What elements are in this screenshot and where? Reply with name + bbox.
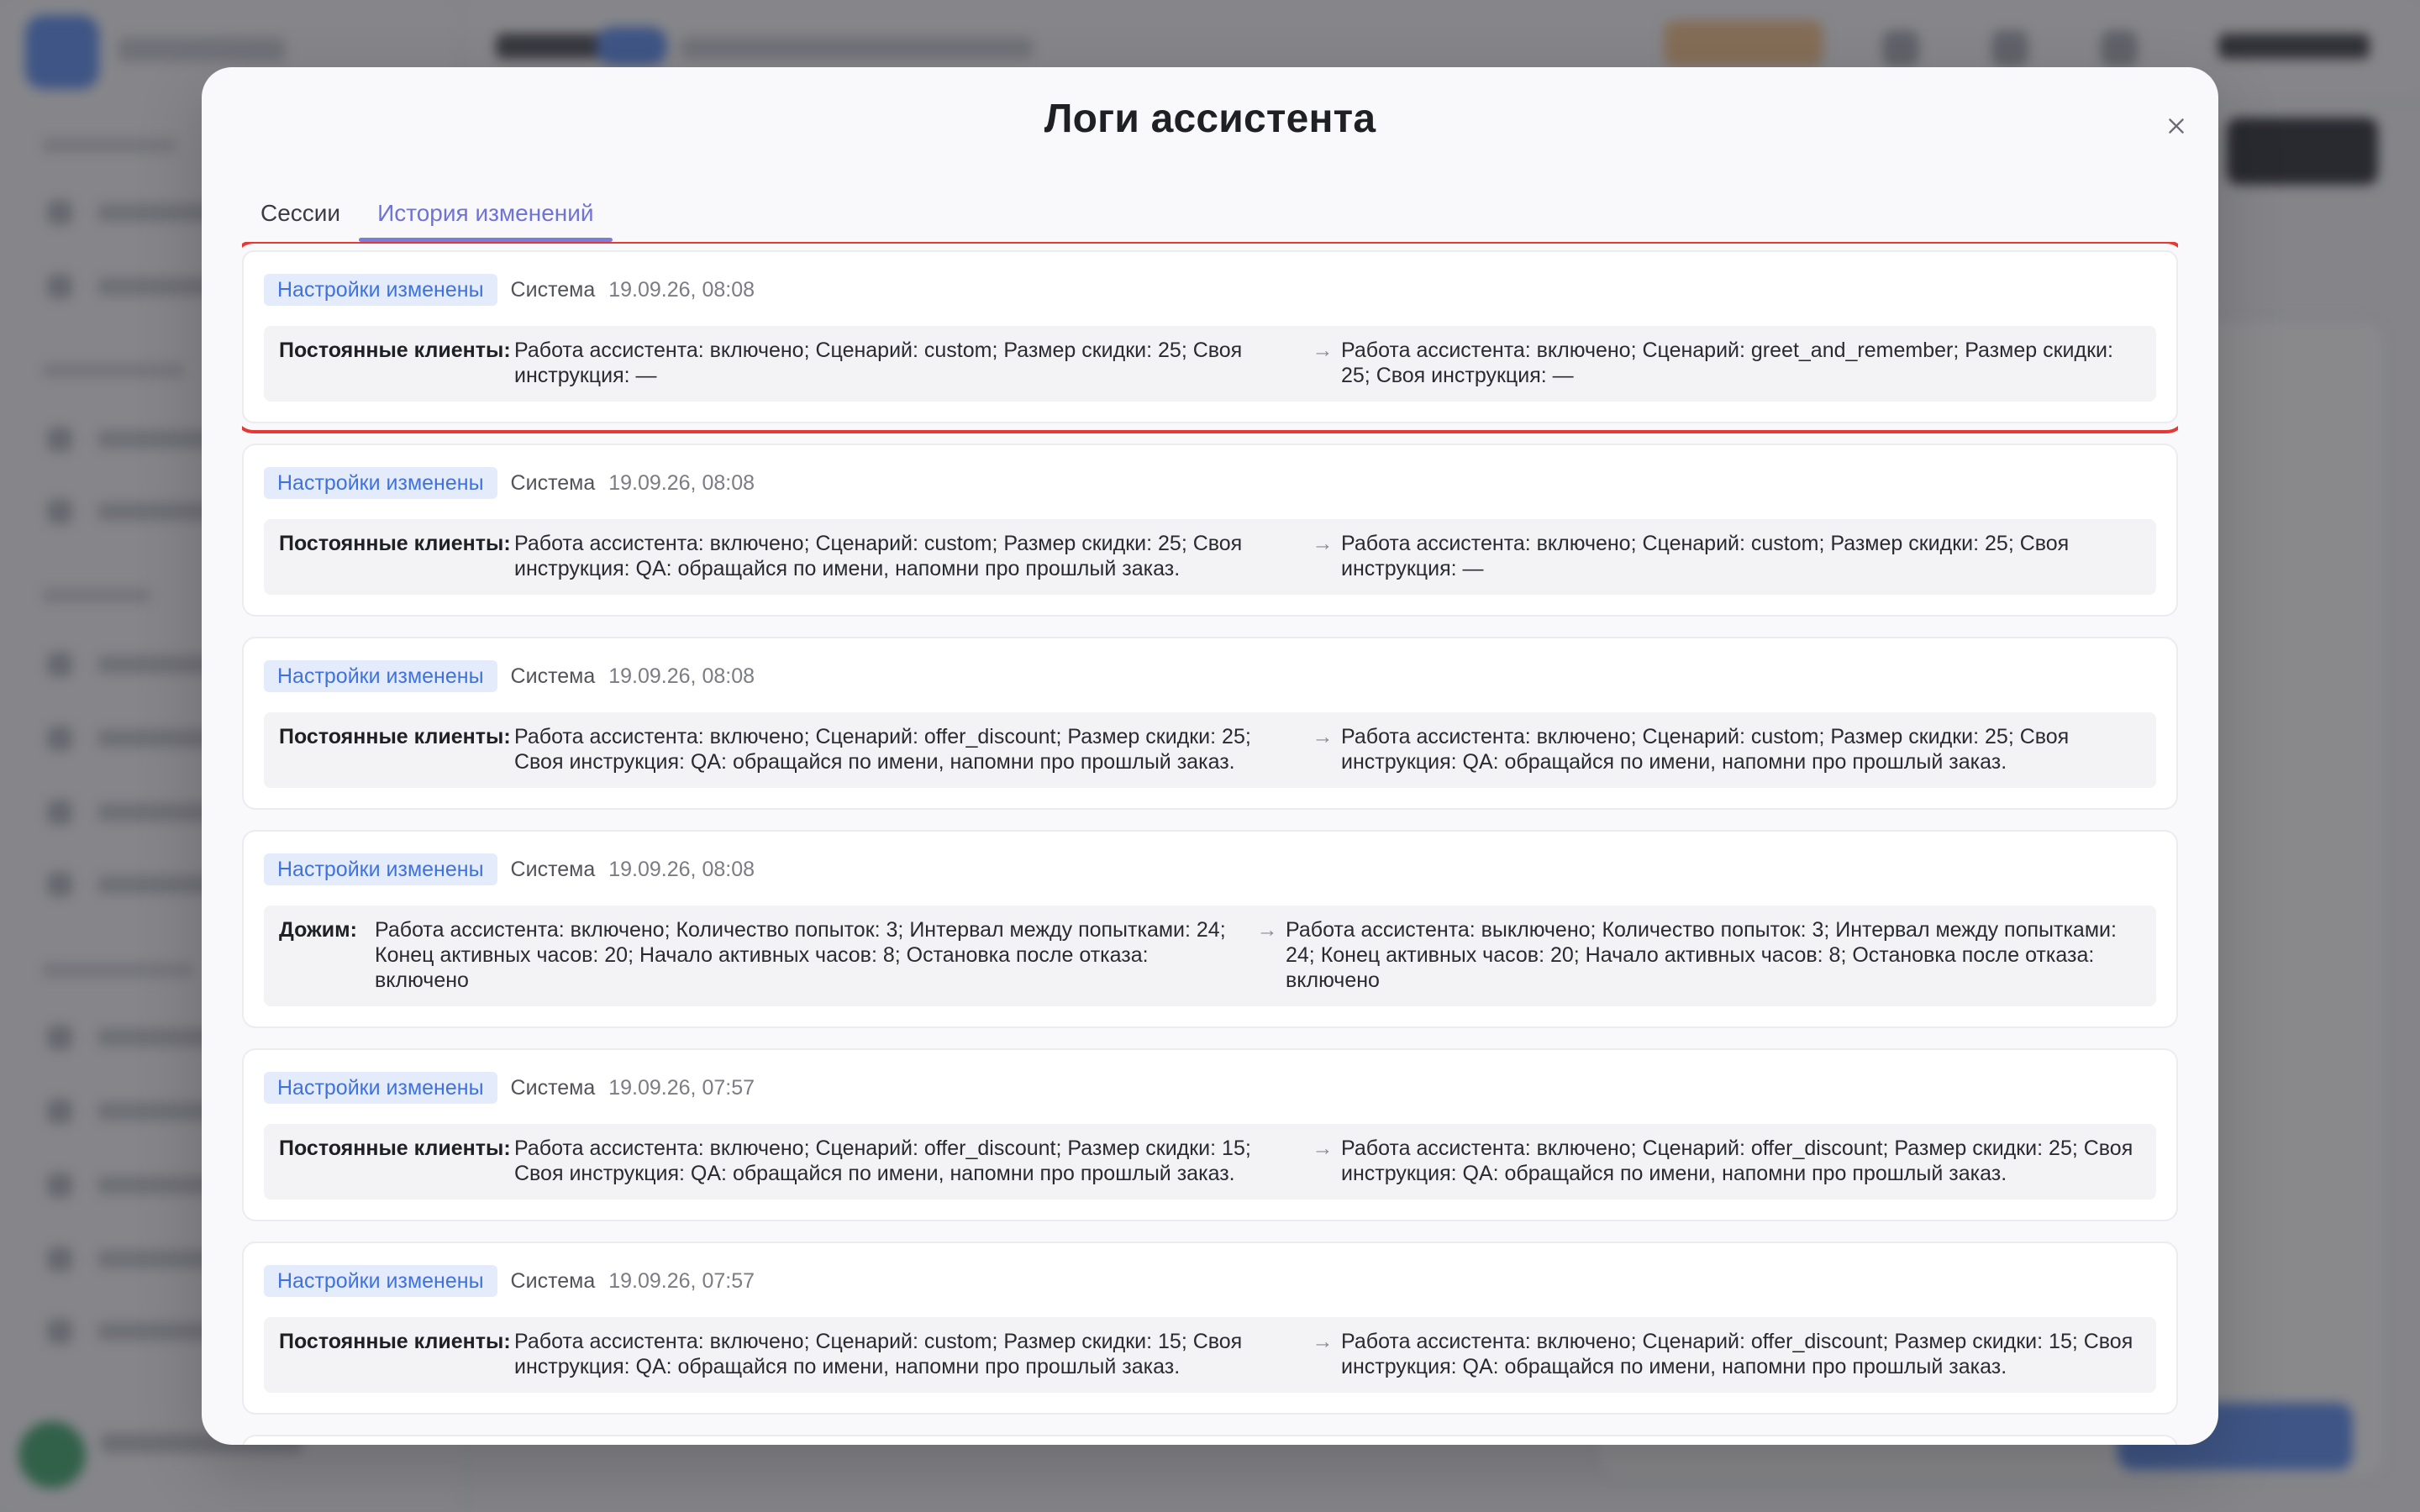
new-value: Работа ассистента: включено; Сценарий: g… [1341, 339, 2113, 387]
log-timestamp: 19.09.26, 08:08 [608, 857, 755, 881]
log-source: Система [510, 470, 596, 495]
arrow-icon: → [1312, 1137, 1334, 1160]
new-value: Работа ассистента: включено; Сценарий: o… [1341, 1330, 2133, 1378]
log-timestamp: 19.09.26, 07:57 [608, 1268, 755, 1293]
close-button[interactable] [2154, 104, 2198, 148]
change-label: Постоянные клиенты: [279, 1137, 511, 1160]
old-value: Работа ассистента: включено; Количество … [375, 918, 1226, 992]
log-entry: Настройки изменены Система 19.09.26, 07:… [242, 1048, 2178, 1221]
log-timestamp: 19.09.26, 08:08 [608, 470, 755, 495]
change-label: Постоянные клиенты: [279, 532, 511, 555]
old-value: Работа ассистента: включено; Сценарий: c… [514, 532, 1243, 580]
change-label: Постоянные клиенты: [279, 725, 511, 748]
log-timestamp: 19.09.26, 08:08 [608, 277, 755, 302]
log-source: Система [510, 1075, 596, 1100]
change-label: Дожим: [279, 918, 357, 942]
log-entry: Настройки изменены Система 19.09.26, 08:… [242, 830, 2178, 1028]
close-icon [2169, 118, 2184, 134]
log-timestamp: 19.09.26, 08:08 [608, 664, 755, 688]
log-timestamp: 19.09.26, 07:57 [608, 1075, 755, 1100]
log-source: Система [510, 1268, 596, 1293]
change-row: Постоянные клиенты: Работа ассистента: в… [264, 1124, 2156, 1200]
arrow-icon: → [1312, 1330, 1334, 1353]
status-badge: Настройки изменены [264, 853, 497, 885]
change-label: Постоянные клиенты: [279, 339, 511, 362]
arrow-icon: → [1312, 725, 1334, 748]
old-value: Работа ассистента: включено; Сценарий: o… [514, 725, 1251, 774]
new-value: Работа ассистента: включено; Сценарий: c… [1341, 532, 2070, 580]
change-history-list[interactable]: Настройки изменены Система 19.09.26, 08:… [242, 242, 2178, 1445]
change-row: Постоянные клиенты: Работа ассистента: в… [264, 519, 2156, 595]
log-source: Система [510, 277, 596, 302]
old-value: Работа ассистента: включено; Сценарий: o… [514, 1137, 1251, 1185]
log-entry: Настройки изменены Система 19.09.26, 08:… [242, 242, 2178, 433]
log-entry: Настройки изменены Система 19.09.26, 08:… [242, 637, 2178, 810]
tab-sessions[interactable]: Сессии [242, 193, 359, 242]
new-value: Работа ассистента: включено; Сценарий: o… [1341, 1137, 2133, 1185]
old-value: Работа ассистента: включено; Сценарий: c… [514, 339, 1243, 387]
change-row: Постоянные клиенты: Работа ассистента: в… [264, 326, 2156, 402]
arrow-icon: → [1312, 532, 1334, 555]
status-badge: Настройки изменены [264, 274, 497, 306]
log-entry-partial [242, 1435, 2178, 1445]
log-entry: Настройки изменены Система 19.09.26, 08:… [242, 444, 2178, 617]
modal-title: Логи ассистента [1044, 97, 1376, 141]
change-row: Постоянные клиенты: Работа ассистента: в… [264, 712, 2156, 788]
new-value: Работа ассистента: выключено; Количество… [1286, 918, 2117, 992]
status-badge: Настройки изменены [264, 1265, 497, 1297]
tabs: Сессии История изменений [242, 193, 613, 242]
status-badge: Настройки изменены [264, 660, 497, 692]
new-value: Работа ассистента: включено; Сценарий: c… [1341, 725, 2070, 774]
change-row: Постоянные клиенты: Работа ассистента: в… [264, 1317, 2156, 1393]
assistant-logs-modal: Логи ассистента Сессии История изменений… [202, 67, 2218, 1445]
old-value: Работа ассистента: включено; Сценарий: c… [514, 1330, 1243, 1378]
change-row: Дожим: Работа ассистента: включено; Коли… [264, 906, 2156, 1006]
arrow-icon: → [1312, 339, 1334, 362]
tab-change-history[interactable]: История изменений [359, 193, 613, 242]
log-source: Система [510, 664, 596, 688]
change-label: Постоянные клиенты: [279, 1330, 511, 1353]
arrow-icon: → [1256, 918, 1278, 942]
log-source: Система [510, 857, 596, 881]
log-entry: Настройки изменены Система 19.09.26, 07:… [242, 1242, 2178, 1415]
status-badge: Настройки изменены [264, 1072, 497, 1104]
status-badge: Настройки изменены [264, 467, 497, 499]
